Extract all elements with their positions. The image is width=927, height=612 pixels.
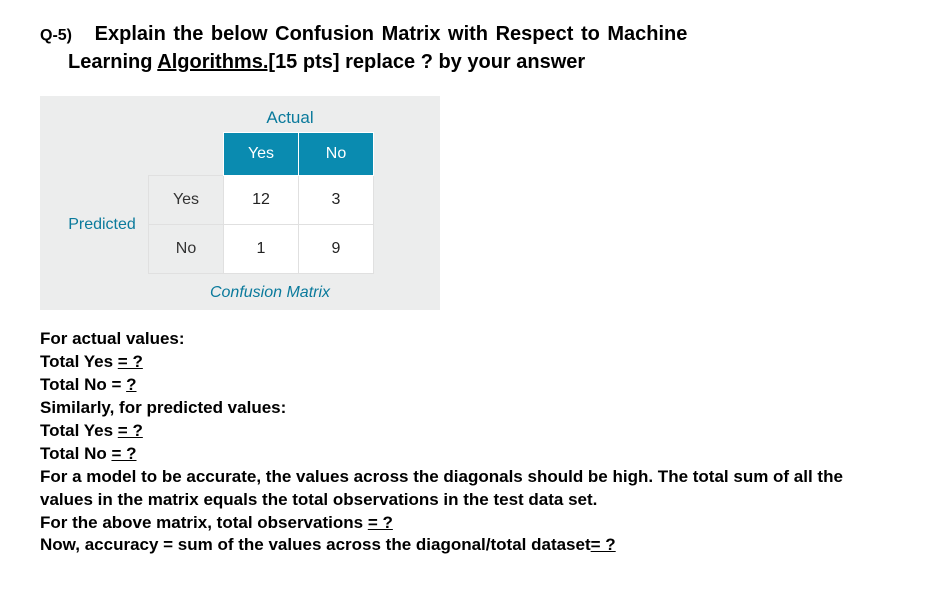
matrix-col-no: No bbox=[299, 133, 374, 176]
body-line-4: Similarly, for predicted values: bbox=[40, 397, 887, 420]
body-line-9: Now, accuracy = sum of the values across… bbox=[40, 534, 887, 557]
blank-accuracy: = ? bbox=[591, 535, 616, 554]
matrix-cell-tn: 9 bbox=[299, 225, 374, 274]
matrix-predicted-label: Predicted bbox=[56, 176, 149, 274]
body-line-2: Total Yes = ? bbox=[40, 351, 887, 374]
matrix-cell-fp: 3 bbox=[299, 176, 374, 225]
question-header: Q-5) Explain the below Confusion Matrix … bbox=[40, 20, 887, 76]
blank-actual-no: ? bbox=[126, 375, 136, 394]
matrix-actual-label: Actual bbox=[140, 108, 440, 128]
matrix-caption: Confusion Matrix bbox=[100, 284, 440, 302]
matrix-row-yes: Yes bbox=[149, 176, 224, 225]
question-title-line2-under: Algorithms.[ bbox=[157, 51, 275, 73]
body-line-8: For the above matrix, total observations… bbox=[40, 512, 887, 535]
body-line-3: Total No = ? bbox=[40, 374, 887, 397]
question-title-line1: Explain the below Confusion Matrix with … bbox=[95, 23, 688, 45]
question-title-line2-post: 15 pts] replace ? by your answer bbox=[275, 51, 585, 73]
matrix-cell-tp: 12 bbox=[224, 176, 299, 225]
question-title-line2-pre: Learning bbox=[68, 51, 157, 73]
body-line-1: For actual values: bbox=[40, 328, 887, 351]
question-body: For actual values: Total Yes = ? Total N… bbox=[40, 328, 887, 557]
body-line-5: Total Yes = ? bbox=[40, 420, 887, 443]
blank-actual-yes: = ? bbox=[118, 352, 143, 371]
blank-pred-yes: = ? bbox=[118, 421, 143, 440]
confusion-matrix-figure: Actual Yes No Predicted Yes 12 3 No 1 9 … bbox=[40, 96, 440, 310]
body-line-7: For a model to be accurate, the values a… bbox=[40, 466, 887, 512]
blank-pred-no: = ? bbox=[111, 444, 136, 463]
question-number: Q-5) bbox=[40, 27, 72, 44]
matrix-cell-fn: 1 bbox=[224, 225, 299, 274]
body-line-6: Total No = ? bbox=[40, 443, 887, 466]
matrix-col-yes: Yes bbox=[224, 133, 299, 176]
blank-total-obs: = ? bbox=[368, 513, 393, 532]
matrix-row-no: No bbox=[149, 225, 224, 274]
confusion-matrix-table: Yes No Predicted Yes 12 3 No 1 9 bbox=[56, 132, 374, 274]
